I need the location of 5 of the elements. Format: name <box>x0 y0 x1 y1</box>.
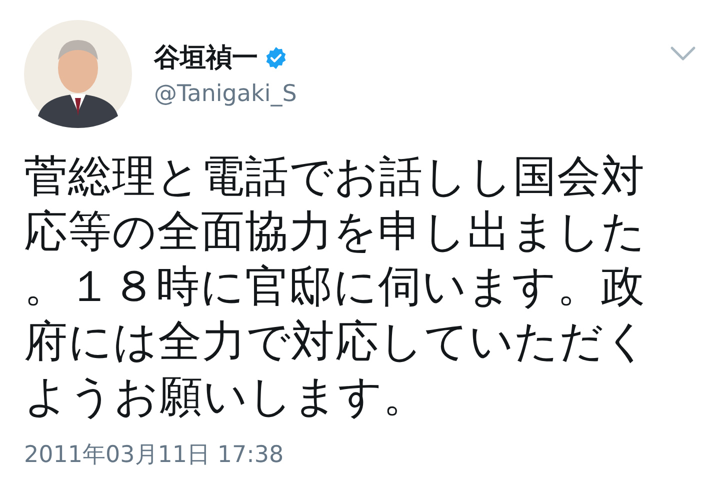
user-handle[interactable]: @Tanigaki_S <box>154 81 648 107</box>
timestamp[interactable]: 2011年03月11日 17:38 <box>24 439 696 470</box>
user-name[interactable]: 谷垣禎一 <box>154 40 258 75</box>
chevron-down-icon[interactable] <box>670 46 696 62</box>
tweet-text: 菅総理と電話でお話しし国会対応等の全面協力を申し出ました。１８時に官邸に伺います。政府には全力で対応していただくようお願いします。 <box>24 151 650 424</box>
